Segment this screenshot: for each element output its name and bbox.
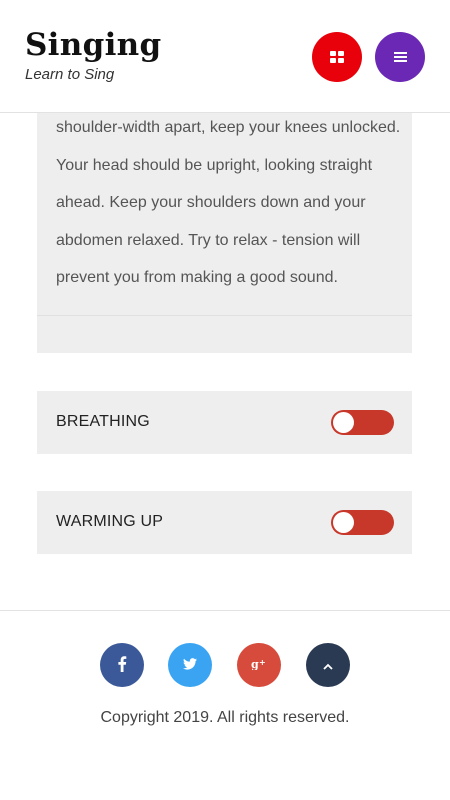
svg-text:+: + (259, 658, 266, 667)
section-paragraph: shoulder-width apart, keep your knees un… (56, 119, 401, 286)
panel-divider (37, 315, 412, 316)
twitter-button[interactable] (168, 643, 212, 687)
hamburger-menu-button[interactable] (375, 32, 425, 82)
facebook-icon (117, 656, 127, 674)
accordion-breathing[interactable]: BREATHING (37, 391, 412, 454)
google-plus-button[interactable]: g + (237, 643, 281, 687)
toggle-switch[interactable] (331, 410, 394, 435)
app-header: Singing Learn to Sing (0, 0, 450, 113)
site-title[interactable]: Singing (25, 26, 161, 64)
accordion-label: WARMING UP (56, 513, 164, 530)
expanded-section-content: shoulder-width apart, keep your knees un… (37, 113, 412, 353)
site-tagline: Learn to Sing (25, 66, 115, 83)
accordion-label: BREATHING (56, 413, 150, 430)
toggle-switch[interactable] (331, 510, 394, 535)
copyright-text: Copyright 2019. All rights reserved. (100, 709, 350, 726)
toggle-knob (333, 412, 354, 433)
footer-divider (0, 610, 450, 611)
facebook-button[interactable] (100, 643, 144, 687)
twitter-icon (183, 658, 197, 672)
hamburger-menu-icon (393, 50, 407, 64)
accordion-warming-up[interactable]: WARMING UP (37, 491, 412, 554)
google-plus-icon: g + (251, 658, 267, 672)
chevron-up-icon (323, 658, 333, 672)
grid-icon (330, 51, 344, 63)
toggle-knob (333, 512, 354, 533)
scroll-to-top-button[interactable] (306, 643, 350, 687)
grid-menu-button[interactable] (312, 32, 362, 82)
svg-text:g: g (251, 658, 259, 670)
